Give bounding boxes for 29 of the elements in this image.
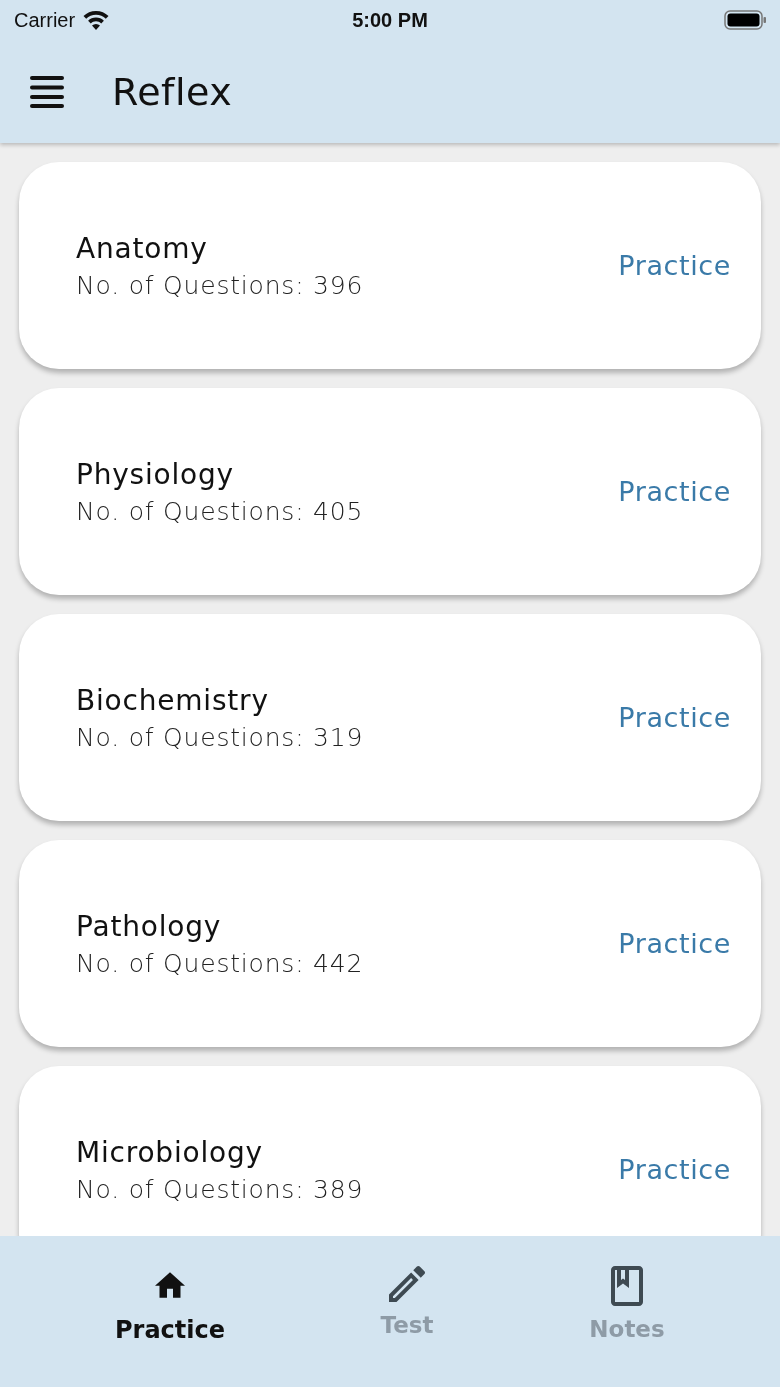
nav-tab-label: Notes: [589, 1316, 665, 1342]
book-icon: [611, 1266, 643, 1306]
app-title: Reflex: [112, 69, 233, 114]
practice-button[interactable]: Practice: [618, 702, 731, 733]
menu-button[interactable]: [30, 75, 64, 108]
nav-tab-label: Test: [380, 1312, 434, 1338]
practice-button[interactable]: Practice: [618, 476, 731, 507]
carrier-name: Carrier: [14, 8, 76, 32]
menu-icon: [30, 75, 64, 108]
question-count: No. of Questions: 396: [76, 270, 364, 300]
subject-name: Biochemistry: [76, 683, 270, 717]
question-count: No. of Questions: 319: [76, 722, 364, 752]
wifi-icon: [83, 10, 110, 30]
nav-tab[interactable]: Practice: [0, 1236, 260, 1387]
subject-name: Microbiology: [76, 1135, 264, 1169]
subject-name: Anatomy: [76, 231, 209, 265]
subject-name: Pathology: [76, 909, 223, 943]
question-count: No. of Questions: 389: [76, 1174, 364, 1204]
status-time: 5:00 PM: [352, 8, 428, 32]
battery-icon: [724, 10, 766, 30]
practice-button[interactable]: Practice: [618, 928, 731, 959]
nav-tab-label: Practice: [114, 1316, 226, 1344]
home-icon: [155, 1272, 185, 1298]
question-count: No. of Questions: 442: [76, 948, 364, 978]
subject-name: Physiology: [76, 457, 235, 491]
practice-button[interactable]: Practice: [618, 250, 731, 281]
pencil-icon: [389, 1266, 425, 1302]
practice-button[interactable]: Practice: [618, 1154, 731, 1185]
question-count: No. of Questions: 405: [76, 496, 364, 526]
